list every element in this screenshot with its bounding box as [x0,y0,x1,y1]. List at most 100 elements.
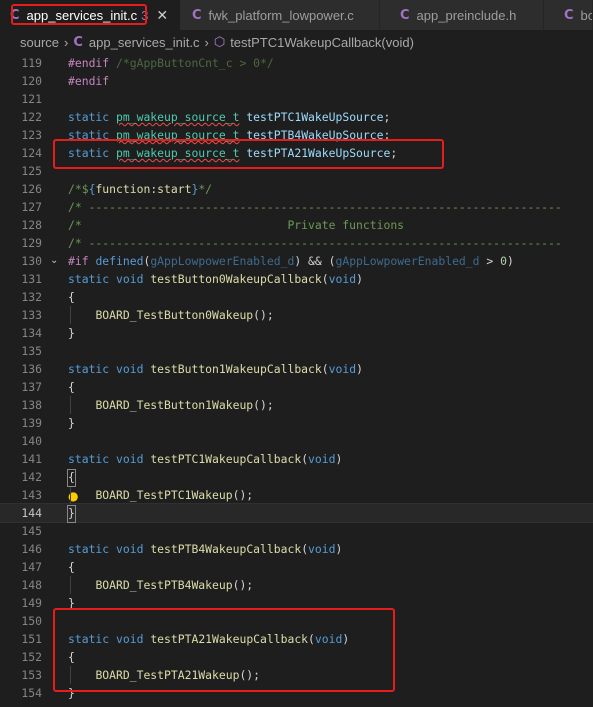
code-line[interactable]: 144} [0,503,593,523]
chevron-right-icon: › [204,34,209,50]
code-line[interactable]: 132 { [0,288,593,306]
tab-app-preinclude[interactable]: C app_preinclude.h [380,0,544,30]
code-text: { [68,290,75,304]
code-line[interactable]: 143 BOARD_TestPTC1Wakeup(); ● [0,486,593,504]
tab-label: app_preinclude.h [416,7,517,23]
code-text: static void testPTC1WakeupCallback(void) [68,452,343,466]
breadcrumb-symbol[interactable]: testPTC1WakeupCallback(void) [230,35,414,50]
code-text: static void testButton0WakeupCallback(vo… [68,272,363,286]
line-number: 130 [21,254,42,268]
code-line[interactable]: 133 BOARD_TestButton0Wakeup(); [0,306,593,324]
code-text: #endif /*gAppButtonCnt_c > 0*/ [68,56,274,70]
code-line[interactable]: 126 /*${function:start}*/ [0,180,593,198]
tab-label: boa [580,7,592,23]
code-line[interactable]: 137 { [0,378,593,396]
line-number: 120 [21,74,42,88]
code-text: BOARD_TestPTC1Wakeup(); [95,488,254,502]
code-editor[interactable]: 119 #endif /*gAppButtonCnt_c > 0*/ 120 #end… [0,54,593,707]
code-text: static void testButton1WakeupCallback(vo… [68,362,363,376]
function-cube-icon: ⬡ [213,34,226,50]
code-text: /*${function:start}*/ [68,182,213,196]
c-file-icon: C [192,7,202,23]
line-number: 129 [21,236,42,250]
breadcrumb-file[interactable]: app_services_init.c [89,35,200,50]
line-number: 151 [21,632,42,646]
code-line[interactable]: 129 /* ----------------------------------… [0,234,593,252]
line-number: 137 [21,380,42,394]
line-number: 121 [21,92,42,106]
tab-app-services-init[interactable]: C app_services_init.c 3 ✕ [0,0,180,30]
highlight-box-testPTA21-source [53,139,444,169]
line-number: 149 [21,596,42,610]
indent-guide [70,396,71,414]
code-line[interactable]: 145 [0,522,593,540]
code-text: #if defined(gAppLowpowerEnabled_d) && (g… [68,254,514,268]
line-number: 148 [21,578,42,592]
line-number: 140 [21,434,42,448]
fold-chevron-down-icon[interactable]: ⌄ [50,252,58,270]
code-line[interactable]: 120 #endif [0,72,593,90]
code-text: static void testPTB4WakeupCallback(void) [68,542,343,556]
editor-tab-bar: C app_services_init.c 3 ✕ C fwk_platform… [0,0,593,30]
code-text: { [68,560,75,574]
line-number: 147 [21,560,42,574]
code-text: /* -------------------------------------… [68,236,562,250]
code-line[interactable]: 136 static void testButton1WakeupCallback… [0,360,593,378]
code-text: BOARD_TestPTB4Wakeup(); [95,578,254,592]
code-line[interactable]: 121 [0,90,593,108]
tab-board[interactable]: C boa [544,0,593,30]
line-number: 143 [21,488,42,502]
close-icon[interactable]: ✕ [156,7,168,24]
line-number: 142 [21,470,42,484]
code-text: #endif [68,74,110,88]
code-text: } [68,416,75,430]
line-number: 145 [21,524,42,538]
code-text: BOARD_TestButton0Wakeup(); [95,308,274,322]
code-line[interactable]: 140 [0,432,593,450]
line-number: 144 [21,506,42,520]
line-number: 126 [21,182,42,196]
code-line[interactable]: 131 static void testButton0WakeupCallback… [0,270,593,288]
line-number: 123 [21,128,42,142]
tab-fwk-platform-lowpower[interactable]: C fwk_platform_lowpower.c [180,0,380,30]
code-line[interactable]: 141 static void testPTC1WakeupCallback(vo… [0,450,593,468]
code-line[interactable]: 134} [0,324,593,342]
line-number: 146 [21,542,42,556]
line-number: 119 [21,56,42,70]
code-line[interactable]: 147 { [0,558,593,576]
line-number: 122 [21,110,42,124]
line-number: 125 [21,164,42,178]
code-line[interactable]: 128 /* Private functions [0,216,593,234]
line-number: 135 [21,344,42,358]
code-line[interactable]: 135 [0,342,593,360]
code-line[interactable]: 122 static pm_wakeup_source_t testPTC1Wak… [0,108,593,126]
line-number: 139 [21,416,42,430]
line-number: 154 [21,686,42,700]
line-number: 128 [21,218,42,232]
code-text: } [68,326,75,340]
line-number: 138 [21,398,42,412]
code-line[interactable]: 142{ [0,468,593,486]
code-line[interactable]: 119 #endif /*gAppButtonCnt_c > 0*/ [0,54,593,72]
code-line[interactable]: 130 #if defined(gAppLowpowerEnabled_d) &&… [0,252,593,270]
line-number: 124 [21,146,42,160]
code-line[interactable]: 127 /* ----------------------------------… [0,198,593,216]
highlight-box-testPTA21-callback [53,608,395,692]
code-line[interactable]: 139} [0,414,593,432]
code-line[interactable]: 138 BOARD_TestButton1Wakeup(); [0,396,593,414]
indent-guide [70,486,71,504]
indent-guide [70,576,71,594]
bracket-match-highlight [67,505,76,523]
breadcrumb: source › C app_services_init.c › ⬡ testP… [0,30,593,54]
code-text: /* Private functions [68,218,405,232]
code-text: /* -------------------------------------… [68,200,562,214]
h-file-icon: C [400,7,410,23]
indent-guide [70,306,71,324]
code-line[interactable]: 148 BOARD_TestPTB4Wakeup(); [0,576,593,594]
line-number: 127 [21,200,42,214]
code-line[interactable]: 146 static void testPTB4WakeupCallback(vo… [0,540,593,558]
breadcrumb-folder[interactable]: source [20,35,59,50]
line-number: 150 [21,614,42,628]
line-number: 133 [21,308,42,322]
chevron-right-icon: › [64,34,69,50]
